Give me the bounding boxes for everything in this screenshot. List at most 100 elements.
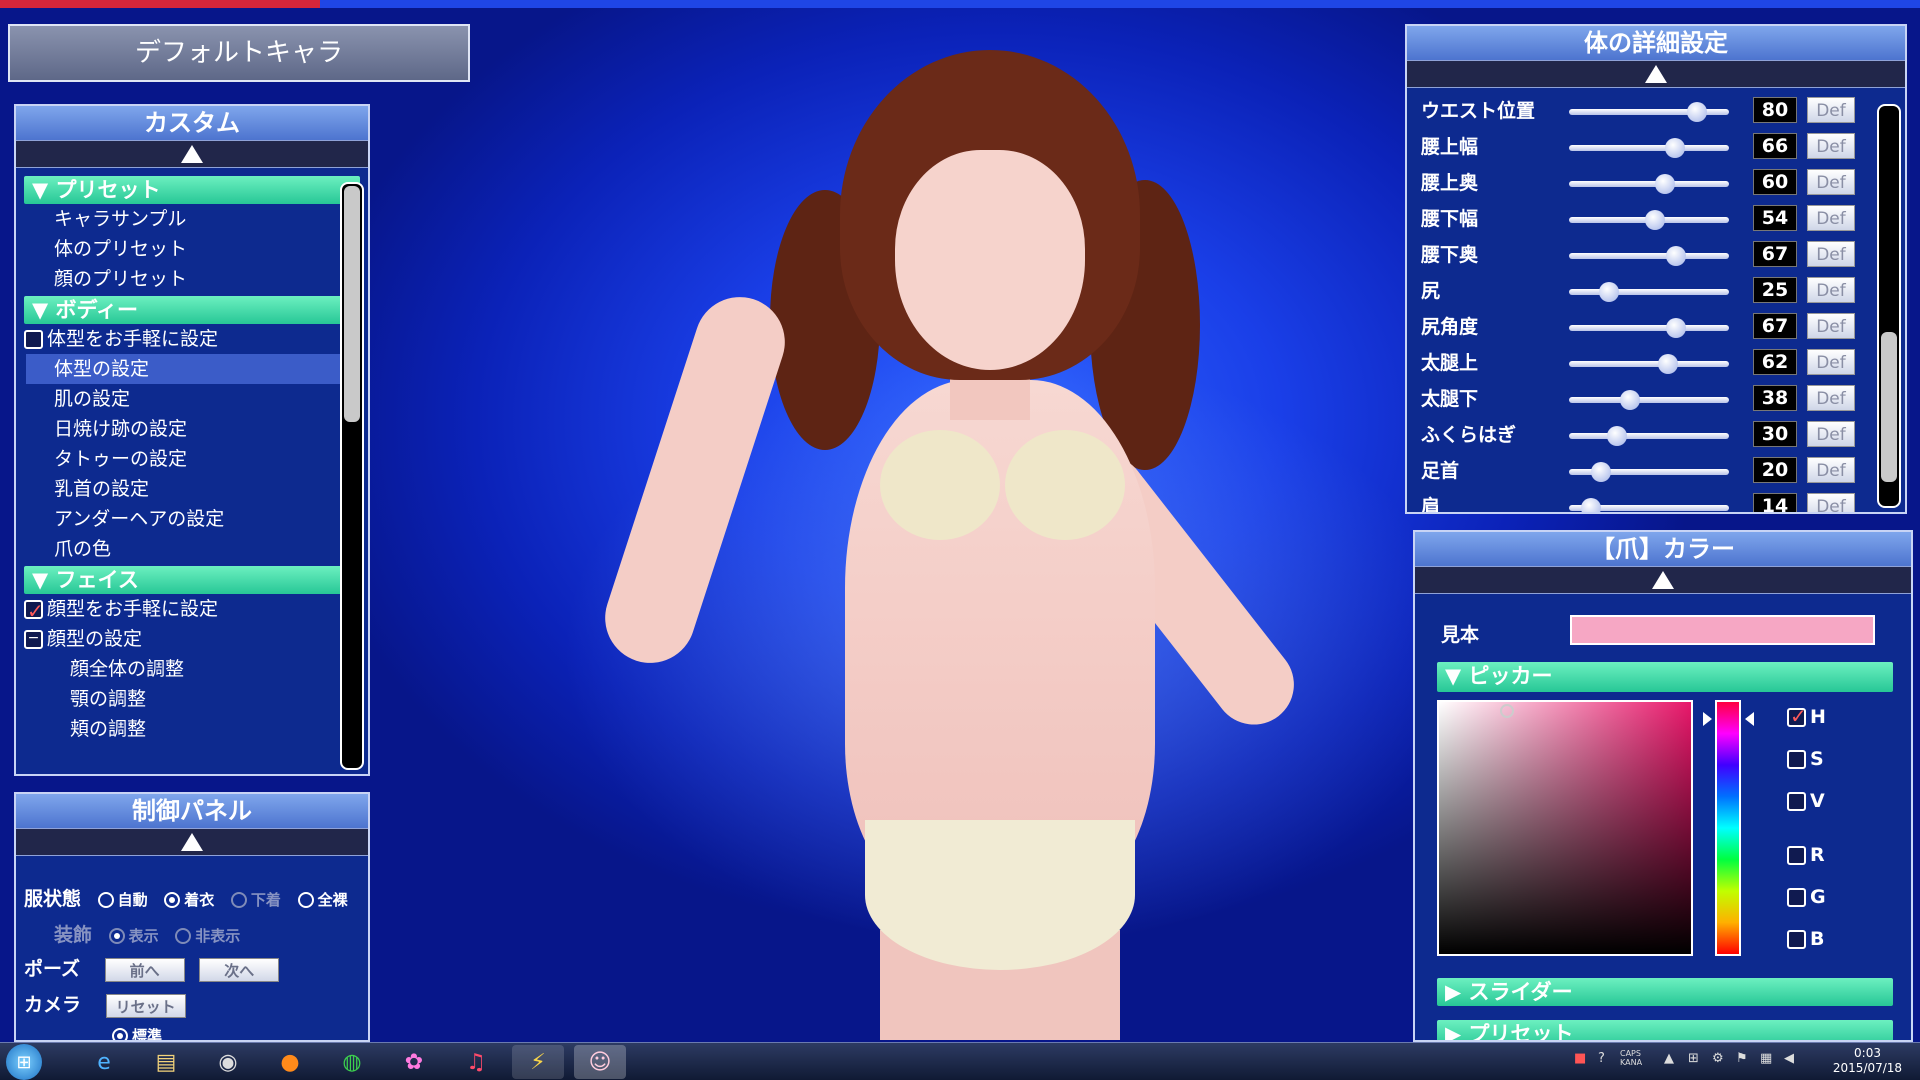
default-button[interactable]: Def: [1807, 169, 1855, 195]
menu-item-face-overall[interactable]: 顔全体の調整: [16, 654, 368, 684]
default-button[interactable]: Def: [1807, 277, 1855, 303]
clock[interactable]: 0:03 2015/07/18: [1820, 1046, 1915, 1076]
slider-knob[interactable]: [1645, 210, 1666, 230]
music-icon[interactable]: ♫: [450, 1045, 502, 1079]
slider-knob[interactable]: [1664, 138, 1685, 158]
slider-track[interactable]: [1569, 426, 1729, 446]
menu-item-tan[interactable]: 日焼け跡の設定: [16, 414, 368, 444]
checkbox-icon[interactable]: [1787, 888, 1806, 907]
default-button[interactable]: Def: [1807, 457, 1855, 483]
menu-item-body-shape[interactable]: 体型の設定: [26, 354, 360, 384]
section-preset[interactable]: ▼ プリセット: [24, 176, 360, 204]
radio-underwear[interactable]: [230, 891, 247, 908]
section-face[interactable]: ▼ フェイス: [24, 566, 360, 594]
slider-value[interactable]: 80: [1753, 97, 1797, 123]
slider-track[interactable]: [1569, 318, 1729, 338]
slider-value[interactable]: 14: [1753, 493, 1797, 512]
start-button[interactable]: ⊞: [6, 1044, 42, 1080]
menu-item-nail-color[interactable]: 爪の色: [16, 534, 368, 564]
menu-item-cheek[interactable]: 頬の調整: [16, 714, 368, 744]
pose-next-button[interactable]: 次へ: [199, 957, 280, 982]
default-button[interactable]: Def: [1807, 97, 1855, 123]
slider-knob[interactable]: [1581, 498, 1602, 512]
menu-item-face-preset[interactable]: 顔のプリセット: [16, 264, 368, 294]
checkbox-checked-icon[interactable]: [1787, 704, 1807, 728]
folder-icon[interactable]: ▤: [140, 1045, 192, 1079]
slider-track[interactable]: [1569, 210, 1729, 230]
slider-track[interactable]: [1569, 138, 1729, 158]
tray-volume-icon[interactable]: ◀: [1784, 1051, 1794, 1066]
custom-scrollbar[interactable]: [340, 182, 364, 770]
character-model[interactable]: [593, 50, 1380, 1040]
tray-windows-icon[interactable]: ⊞: [1688, 1051, 1699, 1066]
pose-prev-button[interactable]: 前へ: [104, 957, 185, 982]
radio-hide[interactable]: [175, 927, 192, 944]
slider-track[interactable]: [1569, 282, 1729, 302]
camera-icon[interactable]: ◉: [202, 1045, 254, 1079]
slider-value[interactable]: 54: [1753, 205, 1797, 231]
menu-item-nipple[interactable]: 乳首の設定: [16, 474, 368, 504]
ie-icon[interactable]: e: [78, 1045, 130, 1079]
slider-value[interactable]: 67: [1753, 313, 1797, 339]
section-slider[interactable]: ▶ スライダー: [1437, 978, 1893, 1006]
checkbox-icon[interactable]: [1787, 750, 1806, 769]
camera-reset-button[interactable]: リセット: [105, 993, 186, 1018]
slider-knob[interactable]: [1687, 102, 1707, 122]
menu-item-skin[interactable]: 肌の設定: [16, 384, 368, 414]
menu-item-face-shape[interactable]: − 顔型の設定: [16, 624, 368, 654]
slider-value[interactable]: 62: [1753, 349, 1797, 375]
checkbox-icon[interactable]: [1787, 846, 1806, 865]
chrome-icon[interactable]: ◍: [326, 1045, 378, 1079]
channel-s[interactable]: S: [1787, 748, 1824, 770]
slider-knob[interactable]: [1666, 246, 1687, 266]
tray-arrow-icon[interactable]: ▲: [1664, 1051, 1674, 1066]
scroll-thumb[interactable]: [344, 186, 360, 422]
radio-nude[interactable]: [297, 891, 314, 908]
slider-knob[interactable]: [1655, 174, 1675, 194]
slider-value[interactable]: 38: [1753, 385, 1797, 411]
section-picker[interactable]: ▼ ピッカー: [1437, 662, 1893, 692]
channel-v[interactable]: V: [1787, 790, 1825, 812]
slider-track[interactable]: [1569, 390, 1729, 410]
slider-knob[interactable]: [1591, 462, 1611, 482]
checkbox-icon[interactable]: [1787, 930, 1806, 949]
tray-shield-icon[interactable]: ■: [1574, 1051, 1586, 1066]
slider-value[interactable]: 66: [1753, 133, 1797, 159]
default-button[interactable]: Def: [1807, 205, 1855, 231]
channel-b[interactable]: B: [1787, 928, 1824, 950]
radio-clothed[interactable]: [164, 891, 181, 908]
tray-gear-icon[interactable]: ⚙: [1712, 1051, 1724, 1066]
channel-r[interactable]: R: [1787, 844, 1825, 866]
menu-item-tattoo[interactable]: タトゥーの設定: [16, 444, 368, 474]
section-preset-color[interactable]: ▶ プリセット: [1437, 1020, 1893, 1040]
slider-value[interactable]: 30: [1753, 421, 1797, 447]
body-detail-scrollbar[interactable]: [1877, 104, 1901, 508]
menu-item-body-preset[interactable]: 体のプリセット: [16, 234, 368, 264]
default-button[interactable]: Def: [1807, 133, 1855, 159]
menu-item-underhair[interactable]: アンダーヘアの設定: [16, 504, 368, 534]
menu-item-easy-face[interactable]: 顔型をお手軽に設定: [16, 594, 368, 626]
default-button[interactable]: Def: [1807, 493, 1855, 512]
tray-network-icon[interactable]: ▦: [1760, 1051, 1772, 1066]
default-button[interactable]: Def: [1807, 313, 1855, 339]
firefox-icon[interactable]: ●: [264, 1045, 316, 1079]
menu-item-easy-body[interactable]: 体型をお手軽に設定: [16, 324, 368, 354]
checkbox-icon[interactable]: [1787, 792, 1806, 811]
default-button[interactable]: Def: [1807, 349, 1855, 375]
checkbox-checked-icon[interactable]: [24, 596, 44, 626]
menu-item-jaw[interactable]: 顎の調整: [16, 684, 368, 714]
nail-color-collapse-bar[interactable]: [1415, 566, 1911, 594]
default-button[interactable]: Def: [1807, 421, 1855, 447]
slider-track[interactable]: [1569, 498, 1729, 512]
default-button[interactable]: Def: [1807, 385, 1855, 411]
collapse-minus-icon[interactable]: −: [24, 630, 43, 649]
custom-collapse-bar[interactable]: [16, 140, 368, 168]
slider-value[interactable]: 67: [1753, 241, 1797, 267]
slider-value[interactable]: 20: [1753, 457, 1797, 483]
app-icon[interactable]: ✿: [388, 1045, 440, 1079]
slider-value[interactable]: 25: [1753, 277, 1797, 303]
slider-track[interactable]: [1569, 246, 1729, 266]
radio-show[interactable]: [108, 927, 125, 944]
slider-knob[interactable]: [1607, 426, 1627, 446]
hue-slider[interactable]: [1715, 700, 1741, 956]
